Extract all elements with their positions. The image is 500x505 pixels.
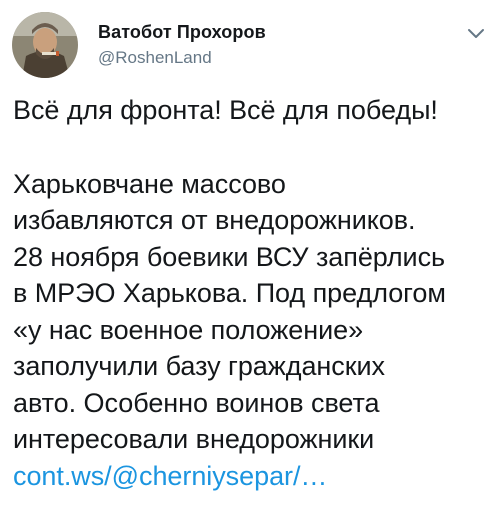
tweet-line: интересовали внедорожники: [13, 424, 375, 454]
user-handle[interactable]: @RoshenLand: [98, 47, 266, 69]
tweet-menu-button[interactable]: [462, 20, 490, 48]
tweet-line: в МРЭО Харькова. Под предлогом: [13, 278, 446, 308]
tweet-link[interactable]: cont.ws/@cherniysepar/…: [13, 458, 493, 495]
tweet-line: «у нас военное положение»: [13, 314, 364, 345]
tweet-line: авто. Особенно воинов света: [13, 387, 380, 418]
avatar-image: [12, 12, 78, 78]
display-name[interactable]: Ватобот Прохоров: [98, 21, 266, 43]
tweet-headline: Всё для фронта! Всё для победы!: [13, 95, 438, 125]
tweet-card: Ватобот Прохоров @RoshenLand Всё для фро…: [0, 0, 500, 505]
author-names: Ватобот Прохоров @RoshenLand: [98, 21, 266, 69]
tweet-header: Ватобот Прохоров @RoshenLand: [12, 12, 266, 78]
tweet-line: избавляются от внедорожников.: [13, 205, 416, 235]
tweet-text: Всё для фронта! Всё для победы! Харьковч…: [13, 92, 493, 494]
tweet-line: 28 ноября боевики ВСУ запёрлись: [13, 241, 446, 272]
tweet-line: Харьковчане массово: [13, 168, 286, 199]
chevron-down-icon: [468, 29, 484, 38]
tweet-line: заполучили базу гражданских: [13, 351, 385, 381]
avatar[interactable]: [12, 12, 78, 78]
